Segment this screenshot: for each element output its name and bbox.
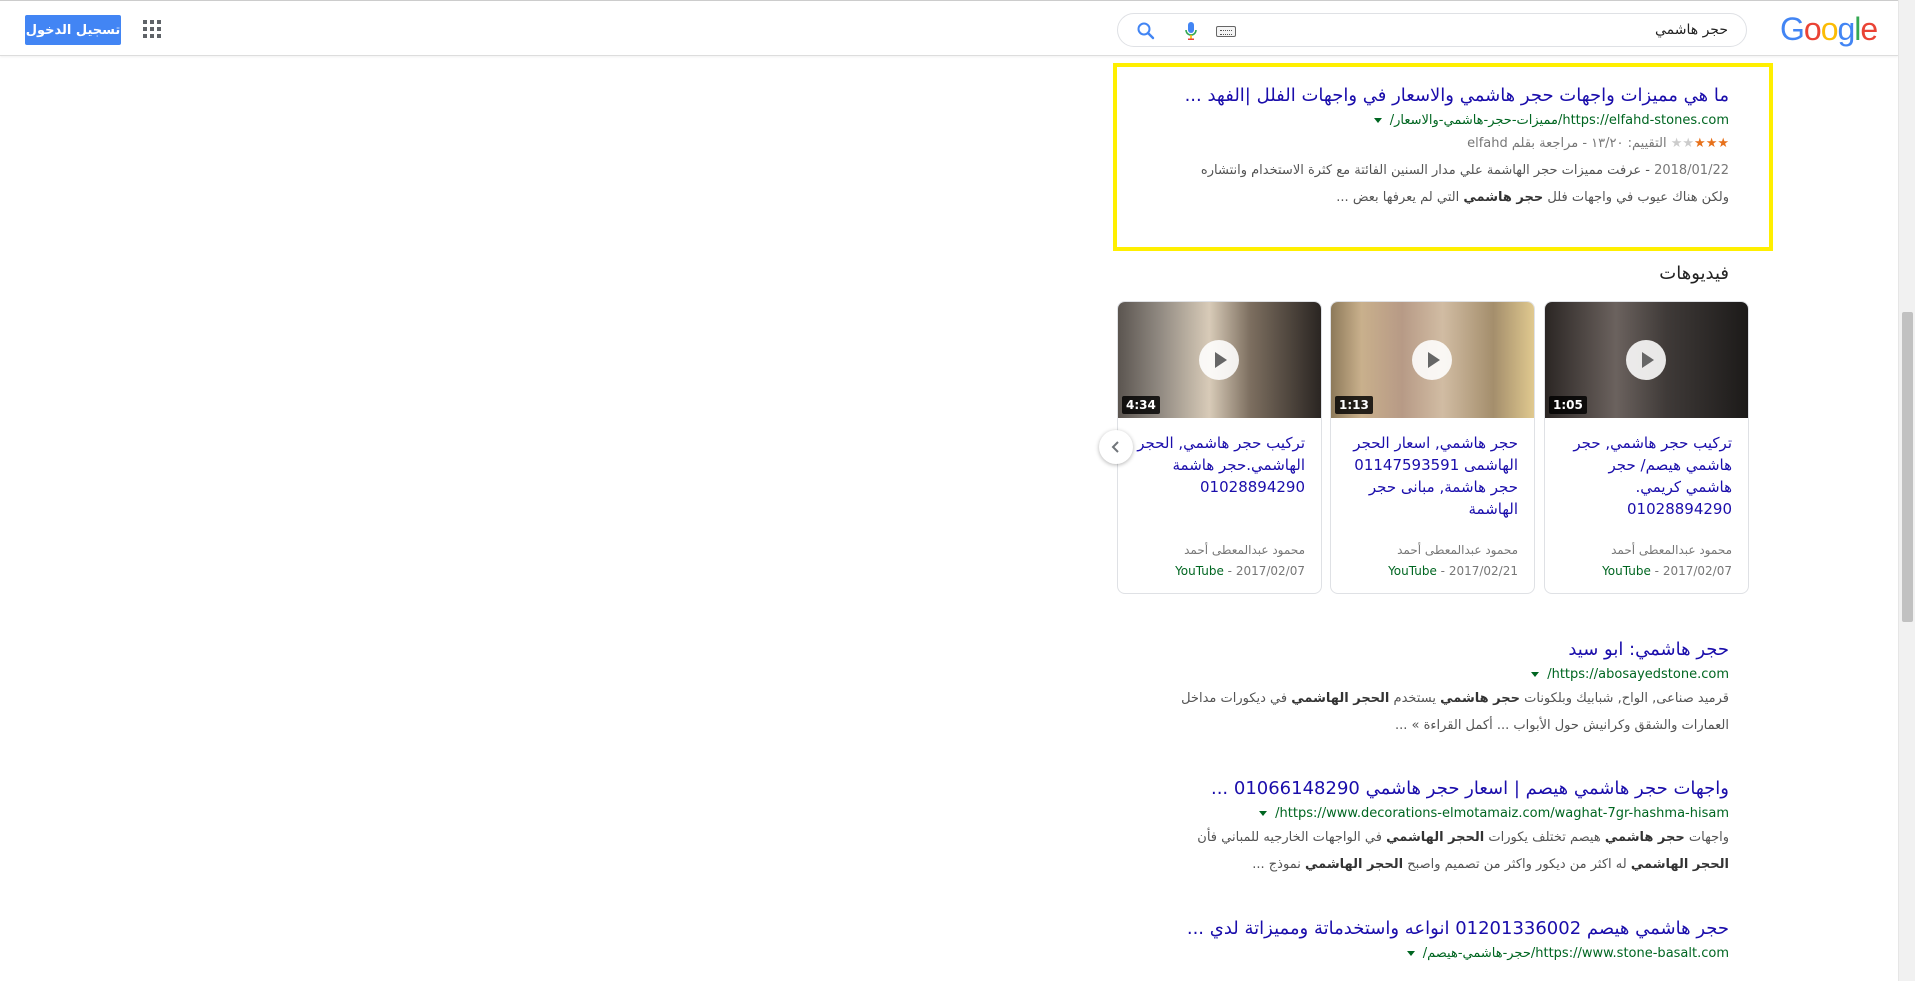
video-title-link[interactable]: حجر هاشمي, اسعار الحجر الهاشمى 011475935… (1348, 432, 1518, 520)
video-author: محمود عبدالمعطى أحمد (1611, 543, 1732, 557)
result-url-text[interactable]: https://elfahd-stones.com/مميزات-حجر-هاش… (1390, 113, 1729, 128)
video-date: 2017/02/07 (1662, 564, 1732, 578)
result-snippet-line-2: الحجر الهاشمي له اكثر من ديكور واكثر من … (1119, 851, 1729, 878)
snippet-bold: حجر هاشمي (1440, 691, 1520, 706)
video-duration: 1:13 (1335, 396, 1373, 414)
star-icon: ★ (1670, 136, 1684, 151)
star-icon: ★ (1717, 136, 1730, 151)
play-icon[interactable] (1626, 340, 1666, 380)
snippet-bold: حجر هاشمي (1604, 830, 1685, 845)
result-snippet-line-2: ولكن هناك عيوب في واجهات فلل حجر هاشمي ا… (1119, 184, 1729, 211)
snippet-bold: حجر هاشمي (1463, 190, 1544, 205)
snippet-bold: الحجر الهاشمي (1291, 691, 1390, 706)
snippet-bold: الحجر الهاشمي (1386, 830, 1485, 845)
snippet-text: التي لم يعرفها بعض ... (1336, 190, 1464, 205)
url-dropdown-arrow-icon[interactable] (1406, 951, 1415, 956)
scrollbar-thumb[interactable] (1902, 312, 1913, 622)
search-result: واجهات حجر هاشمي هيصم | اسعار حجر هاشمي … (1119, 777, 1729, 878)
snippet-text: قرميد صناعى, الواح, شبابيك وبلكونات (1519, 691, 1729, 706)
video-title-link[interactable]: تركيب حجر هاشمي, حجر هاشمي هيصم/ حجر هاش… (1562, 432, 1732, 520)
url-dropdown-arrow-icon[interactable] (1531, 672, 1540, 677)
video-thumbnail[interactable]: 1:05 (1545, 302, 1748, 418)
snippet-text: نموذج ... (1252, 857, 1305, 872)
result-snippet: 2018/01/22 - عرفت مميزات حجر الهاشمة علي… (1119, 157, 1729, 184)
snippet-bold: الحجر الهاشمي (1304, 857, 1404, 872)
video-card[interactable]: 1:13 حجر هاشمي, اسعار الحجر الهاشمى 0114… (1330, 301, 1535, 594)
result-url-text[interactable]: https://www.stone-basalt.com/حجر-هاشمي-ه… (1423, 946, 1729, 961)
search-result: حجر هاشمي: ابو سيد https://abosayedstone… (1119, 638, 1729, 739)
apps-grid-icon[interactable] (143, 20, 161, 38)
video-author: محمود عبدالمعطى أحمد (1397, 543, 1518, 557)
search-result: حجر هاشمي هيصم 01201336002 انواعه واستخد… (1119, 917, 1729, 964)
star-icon: ★ (1682, 136, 1695, 151)
video-thumbnail[interactable]: 4:34 (1118, 302, 1321, 418)
video-source-name: YouTube (1388, 564, 1437, 578)
video-card[interactable]: 1:05 تركيب حجر هاشمي, حجر هاشمي هيصم/ حج… (1544, 301, 1749, 594)
search-icon[interactable] (1136, 21, 1156, 41)
search-result: ما هي مميزات واجهات حجر هاشمي والاسعار ف… (1119, 84, 1730, 211)
snippet-text: ولكن هناك عيوب في واجهات فلل (1543, 190, 1729, 205)
result-url[interactable]: https://elfahd-stones.com/مميزات-حجر-هاش… (1119, 111, 1729, 131)
logo-letter: g (1837, 11, 1855, 47)
star-icon: ★ (1705, 136, 1719, 151)
logo-letter: o (1803, 11, 1822, 47)
result-snippet-line-2: العمارات والشقق وكرانيش حول الأبواب ... … (1394, 718, 1729, 733)
rating-stars-icon: ★★★★★ (1670, 136, 1730, 151)
snippet-text: واجهات (1684, 830, 1729, 845)
result-title-link[interactable]: حجر هاشمي: ابو سيد (1119, 638, 1729, 662)
result-url-text[interactable]: https://abosayedstone.com/ (1547, 667, 1729, 682)
top-bar: تسجيل الدخول حجر هاشمي Google (0, 0, 1898, 56)
chevron-left-icon (1111, 441, 1119, 453)
video-author: محمود عبدالمعطى أحمد (1184, 543, 1305, 557)
video-source: YouTube - 2017/02/07 (1602, 564, 1732, 578)
logo-letter: G (1780, 11, 1805, 47)
result-url[interactable]: https://www.decorations-elmotamaiz.com/w… (1119, 804, 1729, 824)
video-source: YouTube - 2017/02/07 (1175, 564, 1305, 578)
result-title-link[interactable]: ما هي مميزات واجهات حجر هاشمي والاسعار ف… (1119, 84, 1729, 108)
video-source: YouTube - 2017/02/21 (1388, 564, 1518, 578)
result-title-link[interactable]: حجر هاشمي هيصم 01201336002 انواعه واستخد… (1119, 917, 1729, 941)
url-dropdown-arrow-icon[interactable] (1373, 118, 1382, 123)
logo-letter: o (1820, 11, 1839, 47)
video-duration: 1:05 (1549, 396, 1587, 414)
snippet-text: - عرفت مميزات حجر الهاشمة علي مدار السني… (1200, 163, 1655, 178)
url-dropdown-arrow-icon[interactable] (1259, 811, 1268, 816)
result-url[interactable]: https://www.stone-basalt.com/حجر-هاشمي-ه… (1119, 944, 1729, 964)
video-title-link[interactable]: تركيب حجر هاشمي, الحجر الهاشمي.حجر هاشمة… (1135, 432, 1305, 498)
logo-letter: e (1860, 11, 1878, 47)
video-source-name: YouTube (1602, 564, 1651, 578)
snippet-text: في ديكورات مداخل (1181, 691, 1292, 706)
result-url-text[interactable]: https://www.decorations-elmotamaiz.com/w… (1275, 806, 1729, 821)
result-url[interactable]: https://abosayedstone.com/ (1119, 665, 1729, 685)
snippet-text: في الواجهات الخارجيه للمباني فأن (1197, 830, 1387, 845)
star-icon: ★ (1694, 136, 1707, 151)
play-icon[interactable] (1199, 340, 1239, 380)
search-input[interactable]: حجر هاشمي (1117, 13, 1747, 47)
videos-heading: فيديوهات (1659, 263, 1729, 284)
video-date: 2017/02/21 (1448, 564, 1518, 578)
video-source-name: YouTube (1175, 564, 1224, 578)
search-query-text[interactable]: حجر هاشمي (1655, 22, 1728, 38)
snippet-text: له اكثر من ديكور واكثر من تصميم واصبح (1403, 857, 1631, 872)
snippet-bold: الحجر الهاشمي (1630, 857, 1729, 872)
video-card[interactable]: 4:34 تركيب حجر هاشمي, الحجر الهاشمي.حجر … (1117, 301, 1322, 594)
google-logo[interactable]: Google (1780, 11, 1878, 48)
keyboard-icon[interactable] (1216, 26, 1236, 37)
mic-icon[interactable] (1184, 21, 1198, 41)
video-thumbnail[interactable]: 1:13 (1331, 302, 1534, 418)
play-icon[interactable] (1412, 340, 1452, 380)
sign-in-button[interactable]: تسجيل الدخول (25, 15, 121, 45)
result-snippet: قرميد صناعى, الواح, شبابيك وبلكونات حجر … (1119, 685, 1729, 712)
video-duration: 4:34 (1122, 396, 1160, 414)
video-date: 2017/02/07 (1235, 564, 1305, 578)
result-date: 2018/01/22 (1654, 163, 1729, 178)
carousel-next-button[interactable] (1099, 430, 1133, 464)
snippet-text: يستخدم (1389, 691, 1441, 706)
rating-label: التقييم: ١٣/٢٠ - مراجعة بقلم elfahd (1467, 136, 1667, 151)
result-title-link[interactable]: واجهات حجر هاشمي هيصم | اسعار حجر هاشمي … (1119, 777, 1729, 801)
result-snippet: واجهات حجر هاشمي هيصم تختلف يكورات الحجر… (1119, 824, 1729, 851)
result-rating: ★★★★★ التقييم: ١٣/٢٠ - مراجعة بقلم elfah… (1119, 131, 1730, 157)
snippet-text: هيصم تختلف يكورات (1484, 830, 1605, 845)
page-scrollbar[interactable] (1898, 0, 1915, 981)
